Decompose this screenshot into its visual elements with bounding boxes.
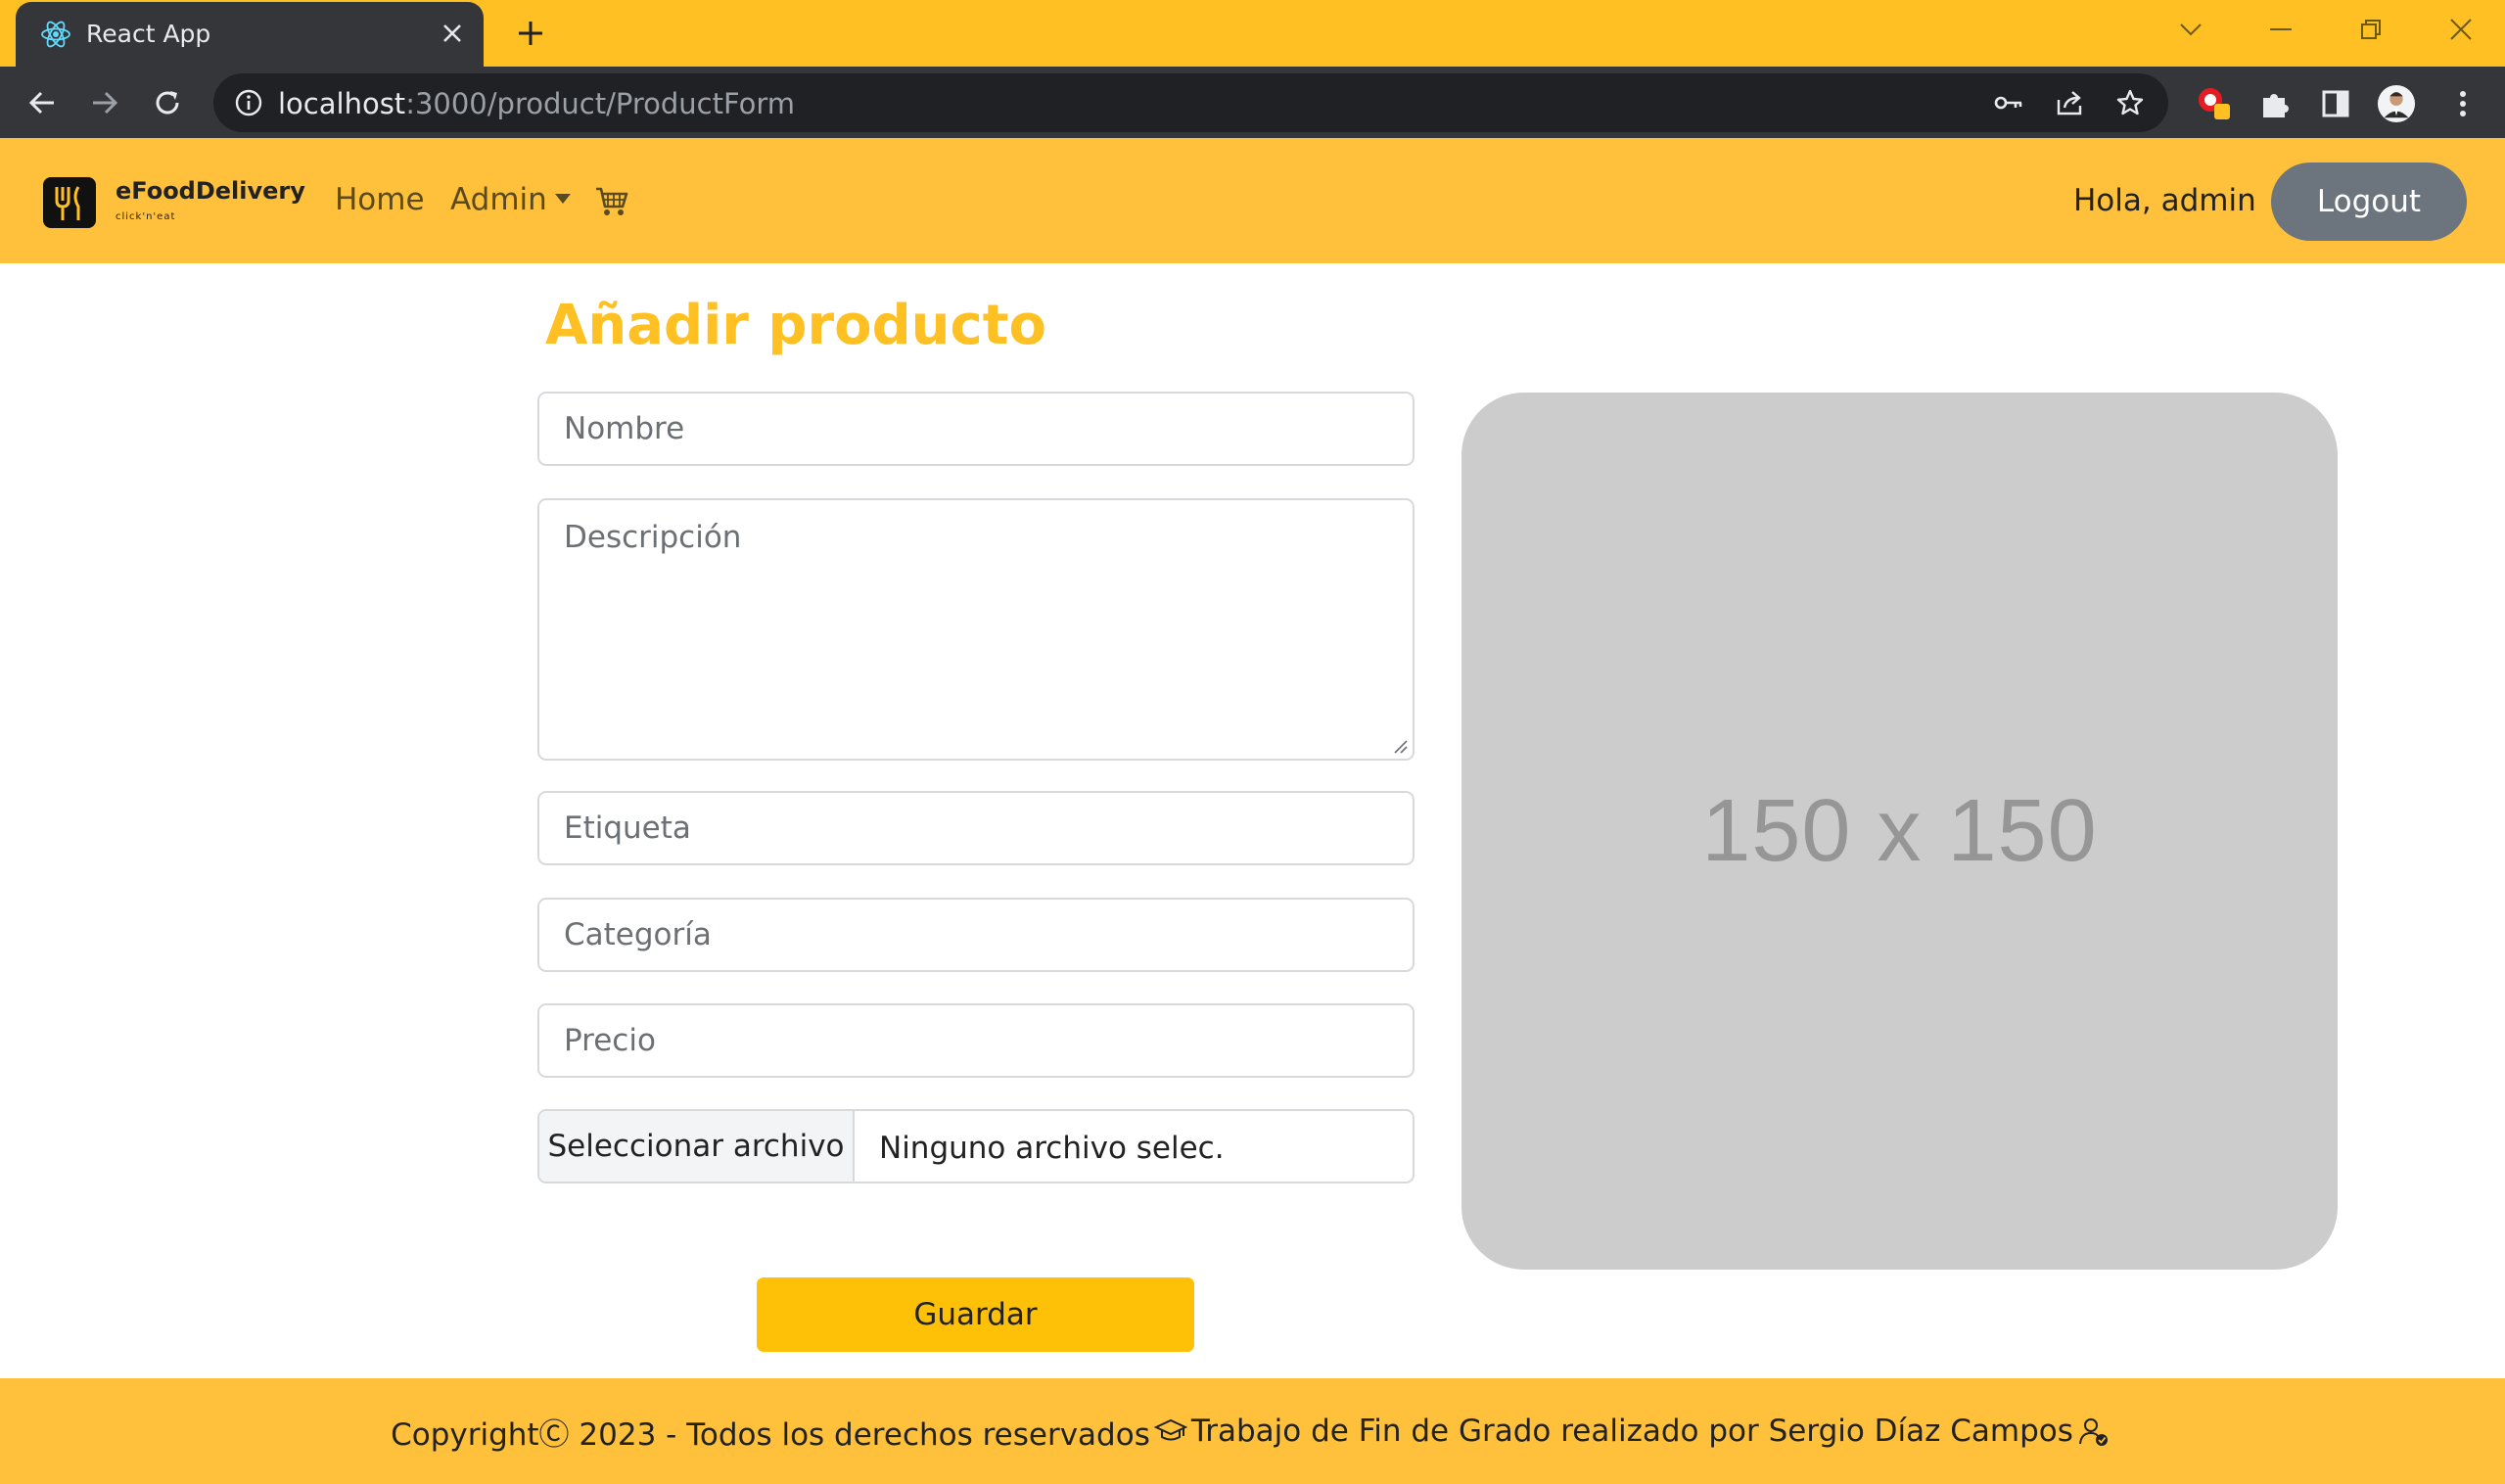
descripcion-textarea[interactable]: Descripción <box>537 498 1415 761</box>
react-favicon <box>41 21 70 48</box>
reload-icon[interactable] <box>145 80 190 125</box>
footer-text: CopyrightⒸ 2023 - Todos los derechos res… <box>391 1410 2114 1454</box>
nombre-placeholder: Nombre <box>564 411 685 446</box>
brand-logo[interactable] <box>43 177 96 228</box>
user-greeting: Hola, admin <box>2073 183 2256 218</box>
app-navbar: eFoodDelivery click'n'eat Home Admin Hol… <box>0 138 2505 263</box>
key-icon[interactable] <box>1991 85 2026 120</box>
categoria-input[interactable]: Categoría <box>537 898 1415 972</box>
logout-button[interactable]: Logout <box>2271 162 2467 241</box>
footer: CopyrightⒸ 2023 - Todos los derechos res… <box>0 1378 2505 1484</box>
file-input[interactable]: Seleccionar archivo Ninguno archivo sele… <box>537 1109 1415 1183</box>
extension-icon[interactable] <box>2195 84 2234 123</box>
browser-tab[interactable]: React App <box>16 2 484 67</box>
close-icon[interactable] <box>435 16 470 51</box>
precio-input[interactable]: Precio <box>537 1003 1415 1078</box>
user-check-icon <box>2078 1418 2108 1446</box>
browser-toolbar: localhost:3000/product/ProductForm <box>0 67 2505 138</box>
brand-name[interactable]: eFoodDelivery <box>116 177 305 205</box>
minimize-icon[interactable] <box>2251 8 2310 51</box>
credit-text: Trabajo de Fin de Grado realizado por Se… <box>1190 1414 2073 1449</box>
preview-placeholder-text: 150 x 150 <box>1701 781 2098 880</box>
categoria-placeholder: Categoría <box>564 917 712 952</box>
precio-placeholder: Precio <box>564 1023 656 1058</box>
graduation-cap-icon <box>1153 1418 1187 1441</box>
save-button[interactable]: Guardar <box>757 1277 1194 1352</box>
resize-grip-icon[interactable] <box>1391 737 1409 755</box>
browser-tabstrip: React App <box>0 0 2505 67</box>
select-file-button[interactable]: Seleccionar archivo <box>539 1111 855 1182</box>
caret-down-icon <box>554 193 571 204</box>
plus-icon[interactable] <box>509 12 552 55</box>
nombre-input[interactable]: Nombre <box>537 392 1415 466</box>
share-icon[interactable] <box>2052 85 2087 120</box>
puzzle-icon[interactable] <box>2255 84 2295 123</box>
nav-home-link[interactable]: Home <box>335 182 425 217</box>
url-path: :3000/product/ProductForm <box>405 87 796 120</box>
cart-icon[interactable] <box>594 185 629 218</box>
etiqueta-input[interactable]: Etiqueta <box>537 791 1415 865</box>
nav-admin-label: Admin <box>450 182 547 217</box>
etiqueta-placeholder: Etiqueta <box>564 811 691 846</box>
nav-admin-dropdown[interactable]: Admin <box>450 182 571 217</box>
url-text: localhost:3000/product/ProductForm <box>278 87 795 120</box>
url-host: localhost <box>278 87 406 120</box>
avatar[interactable] <box>2377 84 2416 123</box>
brand-tagline: click'n'eat <box>116 211 176 222</box>
file-status: Ninguno archivo selec. <box>879 1131 1225 1166</box>
forward-arrow-icon[interactable] <box>82 80 127 125</box>
descripcion-placeholder: Descripción <box>564 520 742 555</box>
page-title: Añadir producto <box>545 294 1046 357</box>
sidepanel-icon[interactable] <box>2316 84 2355 123</box>
tab-title: React App <box>86 20 211 48</box>
restore-icon[interactable] <box>2342 8 2400 51</box>
info-icon[interactable] <box>233 87 264 118</box>
back-arrow-icon[interactable] <box>20 80 65 125</box>
image-preview: 150 x 150 <box>1461 393 2338 1270</box>
address-bar[interactable]: localhost:3000/product/ProductForm <box>213 73 2168 132</box>
copyright-text: CopyrightⒸ 2023 - Todos los derechos res… <box>391 1416 1150 1453</box>
star-icon[interactable] <box>2112 85 2148 120</box>
window-close-icon[interactable] <box>2432 8 2490 51</box>
kebab-menu-icon[interactable] <box>2443 84 2482 123</box>
chevron-down-icon[interactable] <box>2161 8 2220 51</box>
